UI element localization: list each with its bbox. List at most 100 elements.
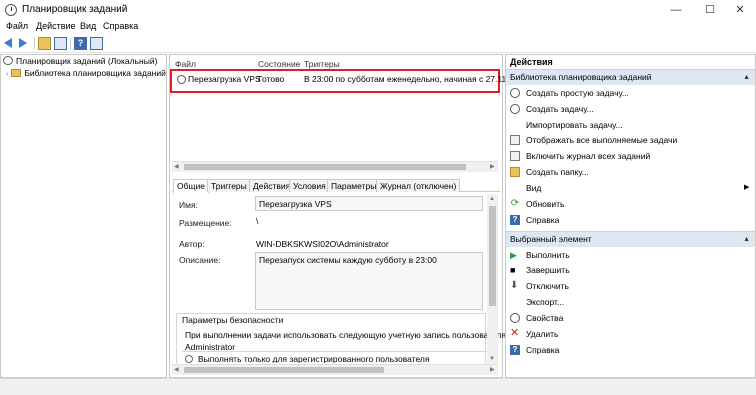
scroll-thumb[interactable] (184, 367, 384, 373)
actions-title: Действия (510, 57, 553, 67)
scroll-right-icon[interactable]: ▶ (490, 366, 495, 374)
details-hscrollbar[interactable]: ◀ ▶ (172, 364, 498, 375)
security-user: Administrator (185, 342, 236, 352)
tab-settings[interactable]: Параметры (327, 179, 381, 192)
close-button[interactable]: ✕ (724, 0, 756, 20)
scroll-left-icon[interactable]: ◀ (174, 366, 179, 374)
help-icon[interactable]: ? (74, 37, 87, 50)
action-delete[interactable]: Удалить (526, 329, 558, 339)
action-create-basic-task[interactable]: Создать простую задачу... (526, 88, 629, 98)
details-vscrollbar[interactable]: ▲ ▼ (487, 194, 498, 364)
collapse-icon[interactable]: ▲ (743, 232, 750, 247)
tab-conditions[interactable]: Условия (289, 179, 330, 192)
list-icon (510, 135, 520, 145)
author-value: WIN-DBKSKWSI02O\Administrator (256, 239, 389, 249)
tree-root-label: Планировщик заданий (Локальный) (16, 56, 158, 66)
scroll-thumb[interactable] (184, 164, 466, 170)
folder-up-icon[interactable] (38, 37, 51, 50)
delete-icon: ✕ (510, 327, 520, 339)
menu-bar: Файл Действие Вид Справка (0, 20, 756, 35)
toolbar-separator (70, 38, 71, 49)
tree-item-library[interactable]: › Библиотека планировщика заданий (6, 68, 166, 80)
section-library-title: Библиотека планировщика заданий (510, 72, 652, 82)
toolbar: ? (0, 35, 756, 53)
clock-icon (5, 4, 17, 16)
section-selected-title: Выбранный элемент (510, 234, 592, 244)
folder-icon (510, 167, 520, 177)
security-text: При выполнении задачи использовать следу… (185, 330, 509, 340)
action-properties[interactable]: Свойства (526, 313, 563, 323)
help-icon: ? (510, 345, 520, 355)
play-icon: ▶ (510, 250, 517, 260)
window-title: Планировщик заданий (22, 4, 128, 15)
scroll-thumb[interactable] (489, 206, 496, 306)
menu-action[interactable]: Действие (36, 21, 76, 31)
action-import-task[interactable]: Импортировать задачу... (526, 120, 623, 130)
menu-help[interactable]: Справка (103, 21, 138, 31)
action-new-folder[interactable]: Создать папку... (526, 167, 589, 177)
author-label: Автор: (179, 239, 205, 249)
action-run[interactable]: Выполнить (526, 250, 570, 260)
actions-section-library[interactable]: Библиотека планировщика заданий ▲ (506, 69, 755, 85)
clock-icon (510, 104, 520, 114)
tab-history[interactable]: Журнал (отключен) (376, 179, 461, 192)
description-label: Описание: (179, 255, 221, 265)
back-button[interactable] (4, 37, 17, 50)
help-icon: ? (510, 215, 520, 225)
column-header-status[interactable]: Состояние (258, 59, 300, 69)
stop-icon: ■ (510, 265, 516, 275)
tab-general[interactable]: Общие (173, 179, 209, 193)
chevron-right-icon[interactable]: › (6, 71, 8, 78)
refresh-icon: ⟳ (510, 198, 520, 209)
scroll-right-icon[interactable]: ▶ (490, 163, 495, 171)
security-title: Параметры безопасности (182, 315, 284, 325)
tab-triggers[interactable]: Триггеры (207, 179, 251, 192)
action-enable-history[interactable]: Включить журнал всех заданий (526, 151, 650, 161)
minimize-button[interactable]: — (660, 0, 692, 20)
disable-icon: ⬇ (510, 280, 519, 291)
action-help-selected[interactable]: Справка (526, 345, 559, 355)
task-name: Перезагрузка VPS (188, 74, 261, 84)
menu-view[interactable]: Вид (80, 21, 96, 31)
location-label: Размещение: (179, 218, 232, 228)
task-icon (177, 75, 186, 84)
tree-root[interactable]: Планировщик заданий (Локальный) (3, 56, 157, 68)
maximize-button[interactable]: ☐ (694, 0, 726, 20)
column-header-file[interactable]: Файл (175, 59, 196, 69)
actions-section-selected[interactable]: Выбранный элемент ▲ (506, 231, 755, 247)
scroll-up-icon[interactable]: ▲ (489, 195, 495, 203)
menu-file[interactable]: Файл (6, 21, 28, 31)
description-field[interactable]: Перезапуск системы каждую субботу в 23:0… (255, 252, 483, 310)
action-create-task[interactable]: Создать задачу... (526, 104, 594, 114)
name-field[interactable]: Перезагрузка VPS (255, 196, 483, 211)
action-view[interactable]: Вид (526, 183, 541, 193)
action-disable[interactable]: Отключить (526, 281, 569, 291)
column-header-triggers[interactable]: Триггеры (304, 59, 340, 69)
folder-icon (11, 69, 22, 77)
panel-icon[interactable] (90, 37, 103, 50)
scroll-down-icon[interactable]: ▼ (489, 355, 495, 363)
task-trigger: В 23:00 по субботам еженедельно, начиная… (304, 74, 528, 84)
arrow-left-icon (4, 38, 12, 48)
clock-icon (3, 56, 13, 65)
submenu-arrow-icon[interactable]: ▶ (744, 183, 749, 191)
name-label: Имя: (179, 200, 198, 210)
action-end[interactable]: Завершить (526, 265, 570, 275)
collapse-icon[interactable]: ▲ (743, 70, 750, 85)
status-bar (0, 378, 756, 395)
forward-button[interactable] (19, 37, 32, 50)
task-list-hscrollbar[interactable]: ◀ ▶ (172, 161, 498, 172)
action-export[interactable]: Экспорт... (526, 297, 564, 307)
action-show-running[interactable]: Отображать все выполняемые задачи (526, 135, 677, 145)
radio-registered-only[interactable] (185, 355, 193, 363)
title-bar: Планировщик заданий — ☐ ✕ (0, 0, 756, 20)
journal-icon (510, 151, 520, 161)
properties-icon (510, 313, 520, 323)
tab-actions[interactable]: Действия (249, 179, 295, 192)
arrow-right-icon (19, 38, 27, 48)
scroll-left-icon[interactable]: ◀ (174, 163, 179, 171)
location-value: \ (256, 216, 259, 226)
panel-icon[interactable] (54, 37, 67, 50)
action-help[interactable]: Справка (526, 215, 559, 225)
action-refresh[interactable]: Обновить (526, 199, 565, 209)
